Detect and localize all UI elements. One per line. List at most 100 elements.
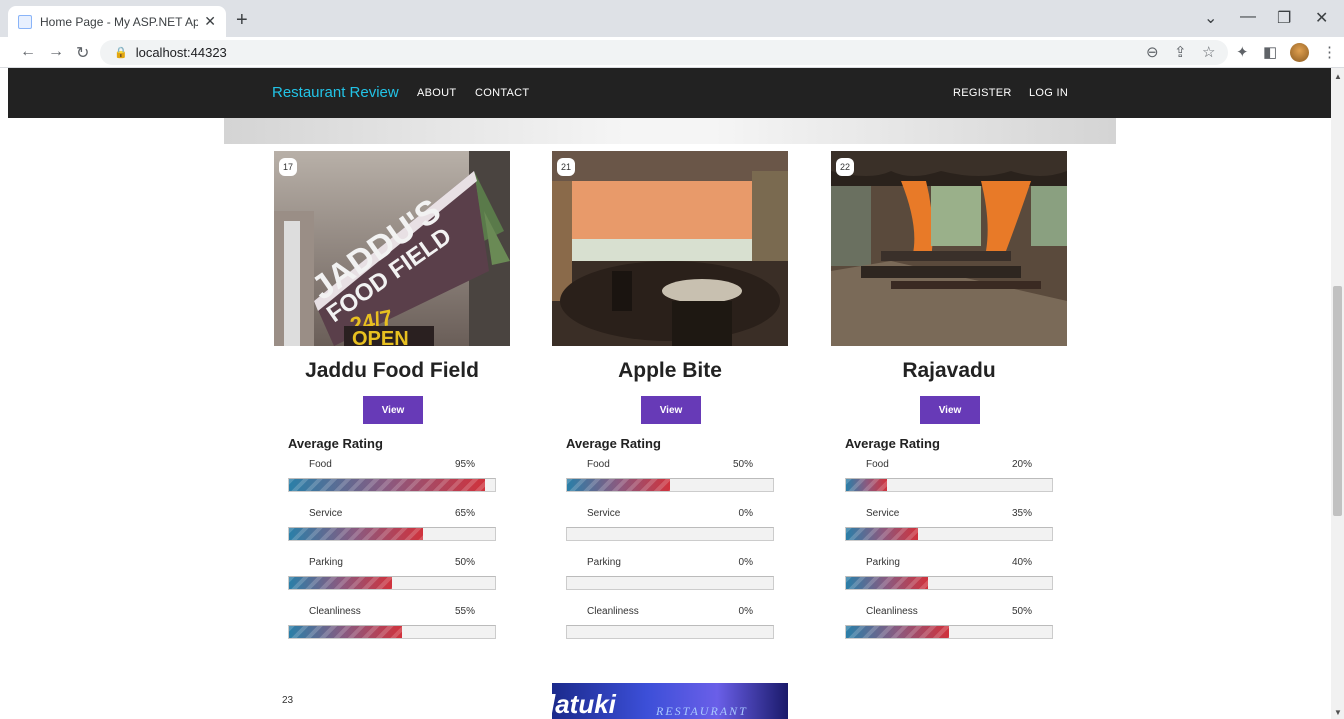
rating-value: 95% bbox=[454, 459, 475, 470]
rating-value: 50% bbox=[454, 557, 475, 568]
rating-label: Service bbox=[309, 508, 343, 519]
rating-label: Parking bbox=[309, 557, 343, 568]
restaurant-id-label: 23 bbox=[282, 695, 294, 706]
address-toolbar: ← → ↻ 🔒 localhost:44323 ⊖ ⇪ ☆ ✦ ◧ ⋮ bbox=[0, 37, 1344, 68]
nav-login-link[interactable]: LOG IN bbox=[1029, 87, 1068, 99]
rating-label: Cleanliness bbox=[309, 606, 361, 617]
restaurant-photo: latuki RESTAURANT bbox=[552, 683, 788, 719]
rating-label: Parking bbox=[587, 557, 621, 568]
lock-icon[interactable]: 🔒 bbox=[114, 46, 128, 59]
rating-progress-bar bbox=[288, 478, 496, 492]
rating-progress-fill bbox=[289, 528, 423, 540]
restaurant-photo: JADDU'S FOOD FIELD 24/7 OPEN 17 bbox=[274, 151, 510, 346]
restaurant-id-badge: 21 bbox=[557, 158, 575, 176]
rating-label: Parking bbox=[866, 557, 900, 568]
rating-progress-fill bbox=[846, 479, 888, 491]
restaurant-name: Jaddu Food Field bbox=[305, 359, 479, 382]
scroll-down-icon[interactable]: ▼ bbox=[1334, 708, 1342, 717]
rating-progress-bar bbox=[288, 625, 496, 639]
back-arrow-icon[interactable]: ← bbox=[20, 43, 36, 61]
new-tab-button[interactable]: + bbox=[236, 10, 248, 30]
rating-value: 40% bbox=[1011, 557, 1032, 568]
rating-value: 0% bbox=[738, 508, 753, 519]
rating-value: 50% bbox=[1011, 606, 1032, 617]
rating-progress-bar bbox=[566, 576, 774, 590]
rating-progress-bar bbox=[845, 527, 1053, 541]
view-button[interactable]: View bbox=[363, 396, 423, 424]
rating-label: Food bbox=[309, 459, 332, 470]
rating-progress-bar bbox=[288, 527, 496, 541]
reload-icon[interactable]: ↻ bbox=[76, 43, 89, 63]
share-icon[interactable]: ⇪ bbox=[1174, 43, 1187, 61]
rating-label: Food bbox=[587, 459, 610, 470]
rating-value: 0% bbox=[738, 606, 753, 617]
rating-progress-bar bbox=[845, 478, 1053, 492]
average-rating-heading: Average Rating bbox=[845, 436, 940, 451]
site-brand-link[interactable]: Restaurant Review bbox=[272, 84, 399, 101]
address-bar[interactable]: 🔒 localhost:44323 bbox=[100, 40, 1228, 65]
extensions-icon[interactable]: ✦ bbox=[1236, 43, 1249, 61]
scrollbar-thumb[interactable] bbox=[1333, 286, 1342, 516]
page-scrollbar[interactable]: ▲ ▼ bbox=[1331, 68, 1344, 719]
rating-progress-fill bbox=[846, 528, 919, 540]
rating-progress-bar bbox=[566, 527, 774, 541]
rating-progress-bar bbox=[566, 625, 774, 639]
rating-label: Service bbox=[866, 508, 900, 519]
rating-value: 0% bbox=[738, 557, 753, 568]
rating-progress-fill bbox=[846, 577, 929, 589]
view-button[interactable]: View bbox=[920, 396, 980, 424]
photo-sign-text: latuki bbox=[552, 689, 617, 719]
rating-progress-fill bbox=[567, 479, 670, 491]
rating-label: Service bbox=[587, 508, 621, 519]
photo-sign-subtext: RESTAURANT bbox=[655, 704, 748, 718]
scroll-up-icon[interactable]: ▲ bbox=[1334, 72, 1342, 81]
rating-value: 55% bbox=[454, 606, 475, 617]
rating-progress-fill bbox=[289, 479, 485, 491]
sign-line-4: OPEN bbox=[352, 328, 409, 346]
restore-icon[interactable]: ❐ bbox=[1277, 8, 1291, 28]
tab-close-icon[interactable]: ✕ bbox=[204, 13, 216, 30]
rating-progress-fill bbox=[289, 577, 392, 589]
minimize-icon[interactable]: — bbox=[1240, 8, 1256, 26]
restaurant-photo: 21 bbox=[552, 151, 788, 346]
rating-progress-fill bbox=[846, 626, 949, 638]
browser-tab[interactable]: Home Page - My ASP.NET Applic ✕ bbox=[8, 6, 226, 37]
nav-about-link[interactable]: ABOUT bbox=[417, 87, 456, 99]
window-close-icon[interactable]: ✕ bbox=[1315, 8, 1328, 28]
average-rating-heading: Average Rating bbox=[288, 436, 383, 451]
menu-kebab-icon[interactable]: ⋮ bbox=[1322, 43, 1337, 61]
forward-arrow-icon[interactable]: → bbox=[48, 43, 64, 61]
zoom-icon[interactable]: ⊖ bbox=[1146, 43, 1159, 61]
rating-label: Cleanliness bbox=[866, 606, 918, 617]
profile-avatar[interactable] bbox=[1290, 43, 1309, 62]
rating-progress-bar bbox=[845, 625, 1053, 639]
rating-progress-bar bbox=[566, 478, 774, 492]
restaurant-photo: 22 bbox=[831, 151, 1067, 346]
restaurant-id-badge: 22 bbox=[836, 158, 854, 176]
rating-label: Cleanliness bbox=[587, 606, 639, 617]
site-navbar: Restaurant Review ABOUT CONTACT REGISTER… bbox=[8, 68, 1331, 118]
bookmark-star-icon[interactable]: ☆ bbox=[1202, 43, 1215, 61]
view-button[interactable]: View bbox=[641, 396, 701, 424]
page-favicon-icon bbox=[18, 14, 32, 29]
restaurant-name: Rajavadu bbox=[902, 359, 996, 382]
rating-label: Food bbox=[866, 459, 889, 470]
rating-progress-fill bbox=[289, 626, 403, 638]
restaurant-name: Apple Bite bbox=[618, 359, 722, 382]
rating-progress-bar bbox=[288, 576, 496, 590]
rating-value: 50% bbox=[732, 459, 753, 470]
rating-value: 20% bbox=[1011, 459, 1032, 470]
browser-tab-strip: Home Page - My ASP.NET Applic ✕ + ⌄ — ❐ … bbox=[0, 0, 1344, 37]
nav-contact-link[interactable]: CONTACT bbox=[475, 87, 529, 99]
rating-value: 65% bbox=[454, 508, 475, 519]
tab-search-icon[interactable]: ⌄ bbox=[1204, 8, 1217, 28]
hero-banner bbox=[224, 118, 1116, 144]
url-text[interactable]: localhost:44323 bbox=[136, 45, 227, 60]
restaurant-id-badge: 17 bbox=[279, 158, 297, 176]
rating-value: 35% bbox=[1011, 508, 1032, 519]
tab-title: Home Page - My ASP.NET Applic bbox=[40, 14, 199, 29]
side-panel-icon[interactable]: ◧ bbox=[1263, 43, 1277, 61]
nav-register-link[interactable]: REGISTER bbox=[953, 87, 1012, 99]
page-viewport: Restaurant Review ABOUT CONTACT REGISTER… bbox=[0, 68, 1331, 719]
rating-progress-bar bbox=[845, 576, 1053, 590]
